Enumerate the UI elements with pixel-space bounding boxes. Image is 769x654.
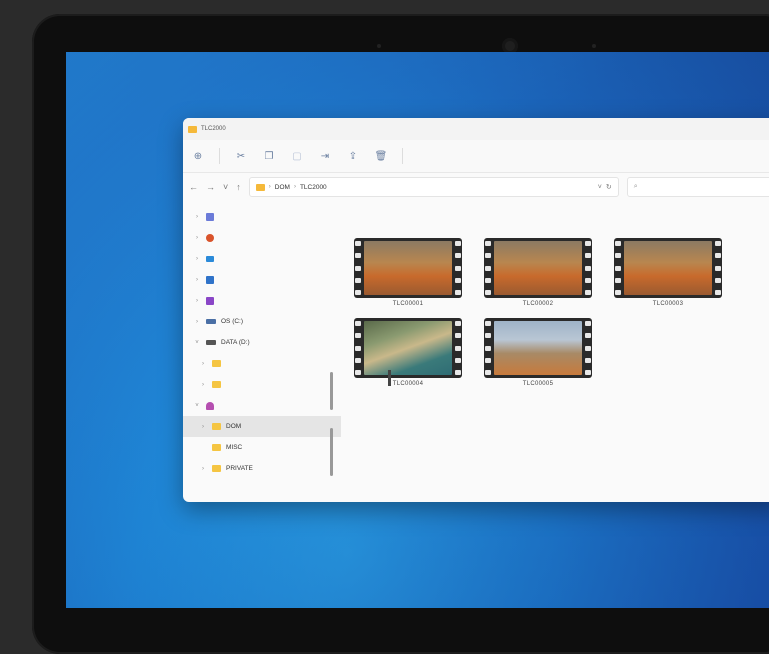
search-input[interactable]: ⌕ bbox=[626, 177, 769, 197]
sidebar-item-desktop[interactable]: › bbox=[183, 248, 328, 269]
window-title: TLC2000 bbox=[201, 126, 226, 132]
breadcrumb-dom[interactable]: DOM bbox=[275, 184, 290, 191]
videos-icon bbox=[206, 296, 214, 305]
sidebar-item-user[interactable]: ˅ bbox=[183, 395, 328, 416]
video-thumbnail bbox=[484, 238, 592, 298]
pictures-icon bbox=[206, 275, 214, 284]
sidebar-item-videos[interactable]: › bbox=[183, 290, 328, 311]
file-list-pane: TLC00001 TLC00002 TLC00003 TLC00004 TLC0… bbox=[328, 202, 769, 502]
recent-dropdown-icon[interactable]: ˅ bbox=[223, 182, 228, 192]
explorer-body: › › › › › › OS (C:) ˅ DATA (D:) › › ˅ › … bbox=[183, 202, 769, 502]
divider bbox=[402, 148, 403, 164]
chevron-right-icon[interactable]: › bbox=[199, 361, 207, 367]
folder-icon bbox=[212, 423, 221, 430]
chevron-down-icon[interactable]: ˅ bbox=[193, 340, 201, 346]
sidebar-item-os-c[interactable]: › OS (C:) bbox=[183, 311, 328, 332]
chevron-right-icon[interactable]: › bbox=[193, 277, 201, 283]
desktop-screen: TLC2000 ⊕ ✂ ❐ ▢ ⇥ ⇪ 🗑 ← → ˅ ↑ › DOM › TL… bbox=[66, 52, 769, 608]
sidebar-item-folder[interactable]: › bbox=[183, 353, 328, 374]
file-explorer-window: TLC2000 ⊕ ✂ ❐ ▢ ⇥ ⇪ 🗑 ← → ˅ ↑ › DOM › TL… bbox=[183, 118, 769, 502]
drive-icon bbox=[206, 319, 216, 324]
sidebar-item-dom[interactable]: › DOM bbox=[183, 416, 341, 437]
divider bbox=[219, 148, 220, 164]
folder-icon bbox=[188, 125, 197, 133]
sidebar-item-data-d[interactable]: ˅ DATA (D:) bbox=[183, 332, 328, 353]
copy-icon[interactable]: ❐ bbox=[262, 151, 276, 162]
chevron-right-icon[interactable]: › bbox=[193, 319, 201, 325]
sidebar-item-gallery[interactable]: › bbox=[183, 206, 328, 227]
drive-icon bbox=[206, 340, 216, 345]
folder-icon bbox=[255, 183, 265, 191]
sidebar-item-label: MISC bbox=[226, 444, 243, 451]
file-name: TLC00004 bbox=[392, 381, 424, 387]
gallery-icon bbox=[206, 212, 214, 221]
chevron-right-icon[interactable]: › bbox=[269, 184, 271, 190]
chevron-right-icon[interactable]: › bbox=[193, 214, 201, 220]
file-name: TLC00003 bbox=[652, 301, 684, 307]
folder-icon bbox=[212, 444, 221, 451]
folder-icon bbox=[212, 465, 221, 472]
sidebar-item-label: DOM bbox=[226, 423, 242, 430]
cut-icon[interactable]: ✂ bbox=[234, 151, 248, 162]
chevron-down-icon[interactable]: ˅ bbox=[193, 403, 201, 409]
chevron-right-icon[interactable]: › bbox=[199, 382, 207, 388]
folder-icon bbox=[212, 381, 221, 388]
chevron-right-icon[interactable]: › bbox=[199, 424, 207, 430]
rename-icon[interactable]: ⇥ bbox=[318, 151, 332, 162]
file-name: TLC00005 bbox=[522, 381, 554, 387]
refresh-icon[interactable]: ↻ bbox=[606, 183, 612, 191]
sensor bbox=[592, 44, 596, 48]
video-thumbnail bbox=[614, 238, 722, 298]
up-icon[interactable]: ↑ bbox=[236, 182, 241, 192]
navigation-pane: › › › › › › OS (C:) ˅ DATA (D:) › › ˅ › … bbox=[183, 202, 341, 502]
file-name: TLC00002 bbox=[522, 301, 554, 307]
chevron-down-icon[interactable]: ˅ bbox=[598, 184, 602, 191]
search-icon: ⌕ bbox=[633, 183, 638, 190]
file-name: TLC00001 bbox=[392, 301, 424, 307]
file-item[interactable]: TLC00005 bbox=[484, 318, 592, 387]
video-thumbnail bbox=[484, 318, 592, 378]
sidebar-item-label: PRIVATE bbox=[226, 465, 253, 472]
chevron-right-icon[interactable]: › bbox=[193, 256, 201, 262]
text-cursor bbox=[388, 370, 391, 386]
chevron-right-icon[interactable]: › bbox=[193, 235, 201, 241]
chevron-right-icon[interactable]: › bbox=[294, 184, 296, 190]
video-thumbnail bbox=[354, 318, 462, 378]
command-bar: ⊕ ✂ ❐ ▢ ⇥ ⇪ 🗑 bbox=[183, 140, 769, 173]
sidebar-item-app[interactable]: › bbox=[183, 227, 328, 248]
sensor bbox=[377, 44, 381, 48]
sidebar-item-private[interactable]: › PRIVATE bbox=[183, 458, 328, 479]
title-bar[interactable]: TLC2000 bbox=[183, 118, 769, 140]
file-item[interactable]: TLC00003 bbox=[614, 238, 722, 307]
share-icon[interactable]: ⇪ bbox=[346, 151, 360, 162]
chevron-right-icon[interactable]: › bbox=[193, 298, 201, 304]
new-icon[interactable]: ⊕ bbox=[191, 151, 205, 162]
back-icon[interactable]: ← bbox=[189, 182, 198, 192]
app-icon bbox=[206, 233, 214, 242]
address-bar[interactable]: › DOM › TLC2000 ˅ ↻ bbox=[248, 177, 619, 197]
desktop-icon bbox=[206, 255, 214, 262]
file-item[interactable]: TLC00002 bbox=[484, 238, 592, 307]
file-item[interactable]: TLC00004 bbox=[354, 318, 462, 387]
chevron-right-icon[interactable]: › bbox=[199, 466, 207, 472]
sidebar-item-label: OS (C:) bbox=[221, 318, 244, 325]
address-row: ← → ˅ ↑ › DOM › TLC2000 ˅ ↻ ⌕ bbox=[183, 173, 769, 201]
paste-icon[interactable]: ▢ bbox=[290, 151, 304, 162]
sidebar-item-pictures[interactable]: › bbox=[183, 269, 328, 290]
user-icon bbox=[206, 401, 214, 410]
file-item[interactable]: TLC00001 bbox=[354, 238, 462, 307]
forward-icon[interactable]: → bbox=[206, 182, 215, 192]
breadcrumb-tlc2000[interactable]: TLC2000 bbox=[300, 184, 327, 191]
sidebar-item-label: DATA (D:) bbox=[221, 339, 250, 346]
video-thumbnail bbox=[354, 238, 462, 298]
delete-icon[interactable]: 🗑 bbox=[374, 151, 388, 162]
sidebar-item-folder[interactable]: › bbox=[183, 374, 328, 395]
sidebar-item-misc[interactable]: MISC bbox=[183, 437, 328, 458]
folder-icon bbox=[212, 360, 221, 367]
